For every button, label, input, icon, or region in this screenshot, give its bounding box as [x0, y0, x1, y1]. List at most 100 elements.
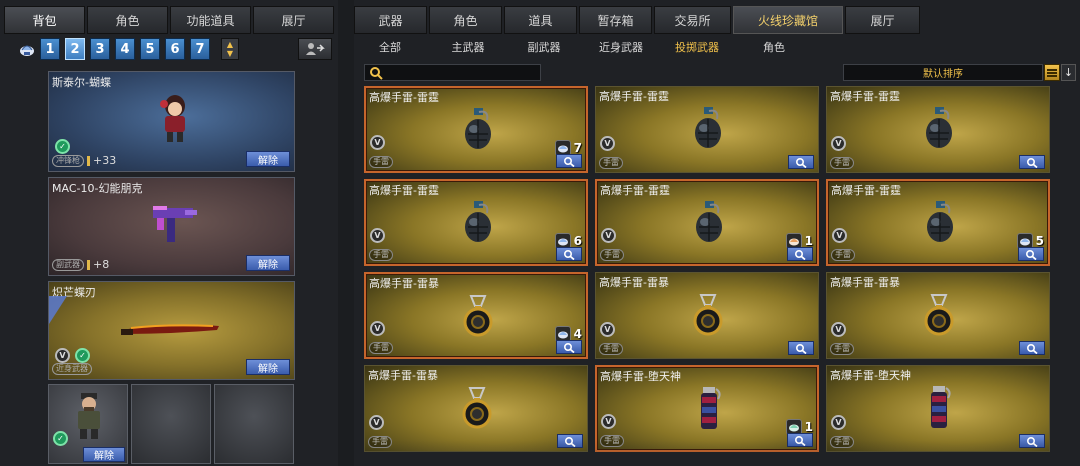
character-slot-1[interactable]: ✓ 解除	[48, 384, 128, 464]
subtab-primary[interactable]: 主武器	[438, 36, 498, 58]
item-type-tag: 手雷	[368, 436, 392, 448]
inspect-button[interactable]	[787, 247, 813, 261]
item-card[interactable]: 高爆手雷-雷霆 V 手雷 5	[826, 179, 1050, 266]
item-card[interactable]: 高爆手雷-雷暴 V 手雷 4	[364, 272, 588, 359]
tab-characters[interactable]: 角色	[429, 6, 502, 34]
grenade-dark-icon	[926, 107, 952, 148]
item-card[interactable]: 高爆手雷-雷霆 V 手雷 1	[595, 179, 819, 266]
unequip-button[interactable]: 解除	[246, 359, 290, 375]
magnifier-icon	[794, 435, 806, 446]
page-button-3[interactable]: 3	[90, 38, 110, 60]
item-card[interactable]: 高爆手雷-雷霆 V 手雷	[826, 86, 1050, 173]
unequip-button[interactable]: 解除	[246, 255, 290, 271]
inspect-button[interactable]	[557, 434, 583, 448]
sort-direction-button[interactable]: ↓	[1061, 64, 1076, 81]
unequip-button[interactable]: 解除	[246, 151, 290, 167]
item-name: 高爆手雷-雷霆	[600, 184, 670, 197]
sort-dropdown[interactable]: 默认排序	[843, 64, 1043, 81]
page-button-7[interactable]: 7	[190, 38, 210, 60]
weapon-type-tag: 冲锋枪	[52, 154, 84, 167]
page-button-1[interactable]: 1	[40, 38, 60, 60]
tab-backpack[interactable]: 背包	[4, 6, 85, 34]
arrow-down-icon[interactable]: ▼	[227, 49, 233, 58]
empty-slot-2[interactable]	[131, 384, 211, 464]
unequip-button[interactable]: 解除	[83, 447, 125, 462]
v-rank-badge-icon: V	[832, 228, 847, 243]
subtab-throwing[interactable]: 投掷武器	[666, 36, 728, 58]
equipped-card-title: MAC-10-幻能朋克	[52, 182, 143, 195]
magnifier-icon	[563, 249, 575, 260]
grenade-gold-icon	[924, 294, 954, 336]
item-count-value: 7	[573, 141, 582, 155]
tab-showroom[interactable]: 展厅	[253, 6, 334, 34]
page-button-5[interactable]: 5	[140, 38, 160, 60]
v-rank-badge-icon: V	[55, 348, 70, 363]
inspect-button[interactable]	[556, 154, 582, 168]
item-card[interactable]: 高爆手雷-堕天神 V 手雷 1	[595, 365, 819, 452]
subtab-all[interactable]: 全部	[364, 36, 416, 58]
tab-weapons[interactable]: 武器	[354, 6, 427, 34]
item-count-value: 5	[1035, 234, 1044, 248]
magnifier-icon	[794, 249, 806, 260]
tab-storage[interactable]: 暂存箱	[579, 6, 652, 34]
item-type-tag: 手雷	[831, 249, 855, 261]
v-rank-badge-icon: V	[600, 136, 615, 151]
subtab-secondary[interactable]: 副武器	[514, 36, 574, 58]
page-scroll-arrows[interactable]: ▲ ▼	[221, 38, 239, 60]
item-name: 高爆手雷-雷暴	[368, 369, 438, 382]
item-grid: 高爆手雷-雷霆 V 手雷 7 高爆手雷-雷霆 V 手雷 高爆手雷-雷霆 V 手雷 高爆手雷-雷霆 V 手…	[364, 86, 1054, 466]
subtab-character[interactable]: 角色	[749, 36, 799, 58]
equipped-card-secondary[interactable]: MAC-10-幻能朋克 副武器 +8 解除	[48, 177, 295, 276]
arrow-up-icon[interactable]: ▲	[227, 40, 233, 49]
tab-showroom[interactable]: 展厅	[845, 6, 920, 34]
magnifier-icon	[1026, 436, 1038, 447]
inspect-button[interactable]	[1019, 341, 1045, 355]
enhance-bar-icon	[87, 155, 90, 166]
item-card[interactable]: 高爆手雷-雷暴 V 手雷	[595, 272, 819, 359]
tab-items[interactable]: 道具	[504, 6, 577, 34]
item-card[interactable]: 高爆手雷-雷霆 V 手雷	[595, 86, 819, 173]
item-card[interactable]: 高爆手雷-堕天神 V 手雷	[826, 365, 1050, 452]
item-count-value: 4	[573, 327, 582, 341]
tab-function-items[interactable]: 功能道具	[170, 6, 251, 34]
page-button-6[interactable]: 6	[165, 38, 185, 60]
inspect-button[interactable]	[788, 155, 814, 169]
page-button-4[interactable]: 4	[115, 38, 135, 60]
grenade-gold-icon	[462, 387, 492, 429]
grenade-dark-icon	[927, 201, 953, 242]
inspect-button[interactable]	[787, 433, 813, 447]
weapon-type-tag: 近身武器	[52, 363, 92, 375]
magnifier-icon	[1026, 343, 1038, 354]
inspect-button[interactable]	[1018, 247, 1044, 261]
tab-exchange[interactable]: 交易所	[654, 6, 731, 34]
item-type-tag: 手雷	[599, 157, 623, 169]
equipped-card-smg[interactable]: 斯泰尔-蝴蝶 ✓ 冲锋枪 +33 解除	[48, 71, 295, 172]
inspect-button[interactable]	[556, 247, 582, 261]
tab-collection-hall[interactable]: 火线珍藏馆	[733, 6, 843, 34]
inspect-button[interactable]	[1019, 155, 1045, 169]
equipped-card-title: 斯泰尔-蝴蝶	[52, 76, 111, 89]
item-count-value: 6	[573, 234, 582, 248]
item-card[interactable]: 高爆手雷-雷霆 V 手雷 6	[364, 179, 588, 266]
page-button-2[interactable]: 2	[65, 38, 85, 60]
search-input[interactable]	[387, 65, 537, 80]
page-toolbar: 1 2 3 4 5 6 7 ▲ ▼	[16, 38, 334, 60]
item-card[interactable]: 高爆手雷-雷暴 V 手雷	[364, 365, 588, 452]
equipped-card-melee[interactable]: 炽芒蝶刃 V ✓ 近身武器 解除	[48, 281, 295, 380]
search-field[interactable]	[364, 64, 541, 81]
grenade-gold-icon	[693, 294, 723, 336]
item-count-value: 1	[804, 234, 813, 248]
tab-character[interactable]: 角色	[87, 6, 168, 34]
item-card[interactable]: 高爆手雷-雷霆 V 手雷 7	[364, 86, 588, 173]
empty-slot-3[interactable]	[214, 384, 294, 464]
inspect-button[interactable]	[1019, 434, 1045, 448]
inspect-button[interactable]	[556, 340, 582, 354]
sort-menu-button[interactable]	[1044, 64, 1060, 81]
item-card[interactable]: 高爆手雷-雷暴 V 手雷	[826, 272, 1050, 359]
arrow-down-icon: ↓	[1063, 66, 1074, 79]
inspect-button[interactable]	[788, 341, 814, 355]
share-button[interactable]	[298, 38, 332, 60]
subtab-melee[interactable]: 近身武器	[590, 36, 652, 58]
v-rank-badge-icon: V	[370, 228, 385, 243]
item-type-tag: 手雷	[600, 435, 624, 447]
